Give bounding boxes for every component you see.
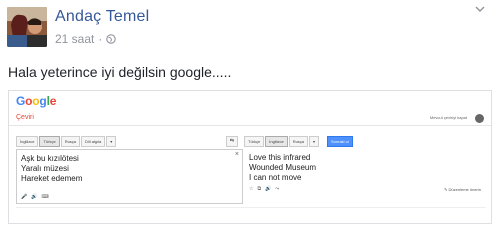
- google-logo: Google: [16, 94, 56, 108]
- author-name[interactable]: Andaç Temel: [55, 8, 149, 26]
- header-divider: [9, 125, 491, 126]
- logo-letter: o: [25, 94, 33, 108]
- tool-icon: ⧉: [257, 186, 262, 192]
- logo-letter: o: [32, 94, 40, 108]
- language-tab: İngilizce: [265, 136, 288, 147]
- tool-icon: ⤳: [275, 186, 280, 192]
- language-tab: Dili algıla: [81, 136, 106, 147]
- language-tab: İngilizce: [16, 136, 39, 147]
- translate-page-label: Çeviri: [16, 114, 34, 121]
- feedback-link: Mevcut çeviriyi kapat: [429, 115, 467, 120]
- target-tool-icons: ☆ ⧉ 🔊 ⤳: [249, 186, 279, 192]
- target-language-bar: Türkçe İngilizce Rusça ▾: [244, 136, 320, 147]
- source-text: Aşk bu kızılötesi Yaralı müzesi Hareket …: [21, 154, 83, 183]
- source-text-box: Aşk bu kızılötesi Yaralı müzesi Hareket …: [16, 149, 243, 204]
- language-tab: ▾: [309, 136, 320, 147]
- translate-button: Sonraki ol: [327, 136, 353, 147]
- suggest-edit-link: ✎ Düzenleme önerin: [444, 187, 481, 192]
- meta-separator: ·: [98, 32, 103, 46]
- tool-icon: 🔊: [265, 186, 272, 192]
- author-avatar[interactable]: [7, 7, 47, 47]
- source-language-bar: İngilizce Türkçe Rusça Dili algıla ▾: [16, 136, 117, 147]
- tool-icon: ☆: [249, 186, 254, 192]
- tool-icon: 🔊: [31, 194, 38, 200]
- post-meta: 21 saat ·: [55, 32, 117, 46]
- embedded-translate-screenshot[interactable]: Google Çeviri Mevcut çeviriyi kapat İngi…: [8, 90, 492, 224]
- panel-bottom-line: [16, 207, 486, 208]
- translated-text: Love this infrared Wounded Museum I can …: [249, 153, 316, 182]
- language-tab: Türkçe: [39, 136, 60, 147]
- language-tab: Rusça: [60, 136, 81, 147]
- clear-icon: ×: [234, 151, 239, 158]
- post-text: Hala yeterince iyi değilsin google.....: [8, 64, 232, 80]
- tool-icon: ⌨: [41, 194, 49, 200]
- logo-letter: G: [16, 94, 26, 108]
- globe-icon: [106, 34, 117, 44]
- language-tab: Türkçe: [244, 136, 265, 147]
- post-time[interactable]: 21 saat: [55, 32, 94, 46]
- tool-icon: 🎤: [21, 194, 28, 200]
- language-tab: Rusça: [288, 136, 309, 147]
- settings-gear-icon: [475, 114, 484, 123]
- source-tool-icons: 🎤 🔊 ⌨: [21, 194, 49, 200]
- language-tab: ▾: [106, 136, 117, 147]
- swap-languages-icon: ⇆: [226, 136, 238, 147]
- logo-letter: e: [49, 94, 57, 108]
- post-options-chevron-icon[interactable]: [474, 4, 486, 14]
- logo-letter: g: [39, 94, 47, 108]
